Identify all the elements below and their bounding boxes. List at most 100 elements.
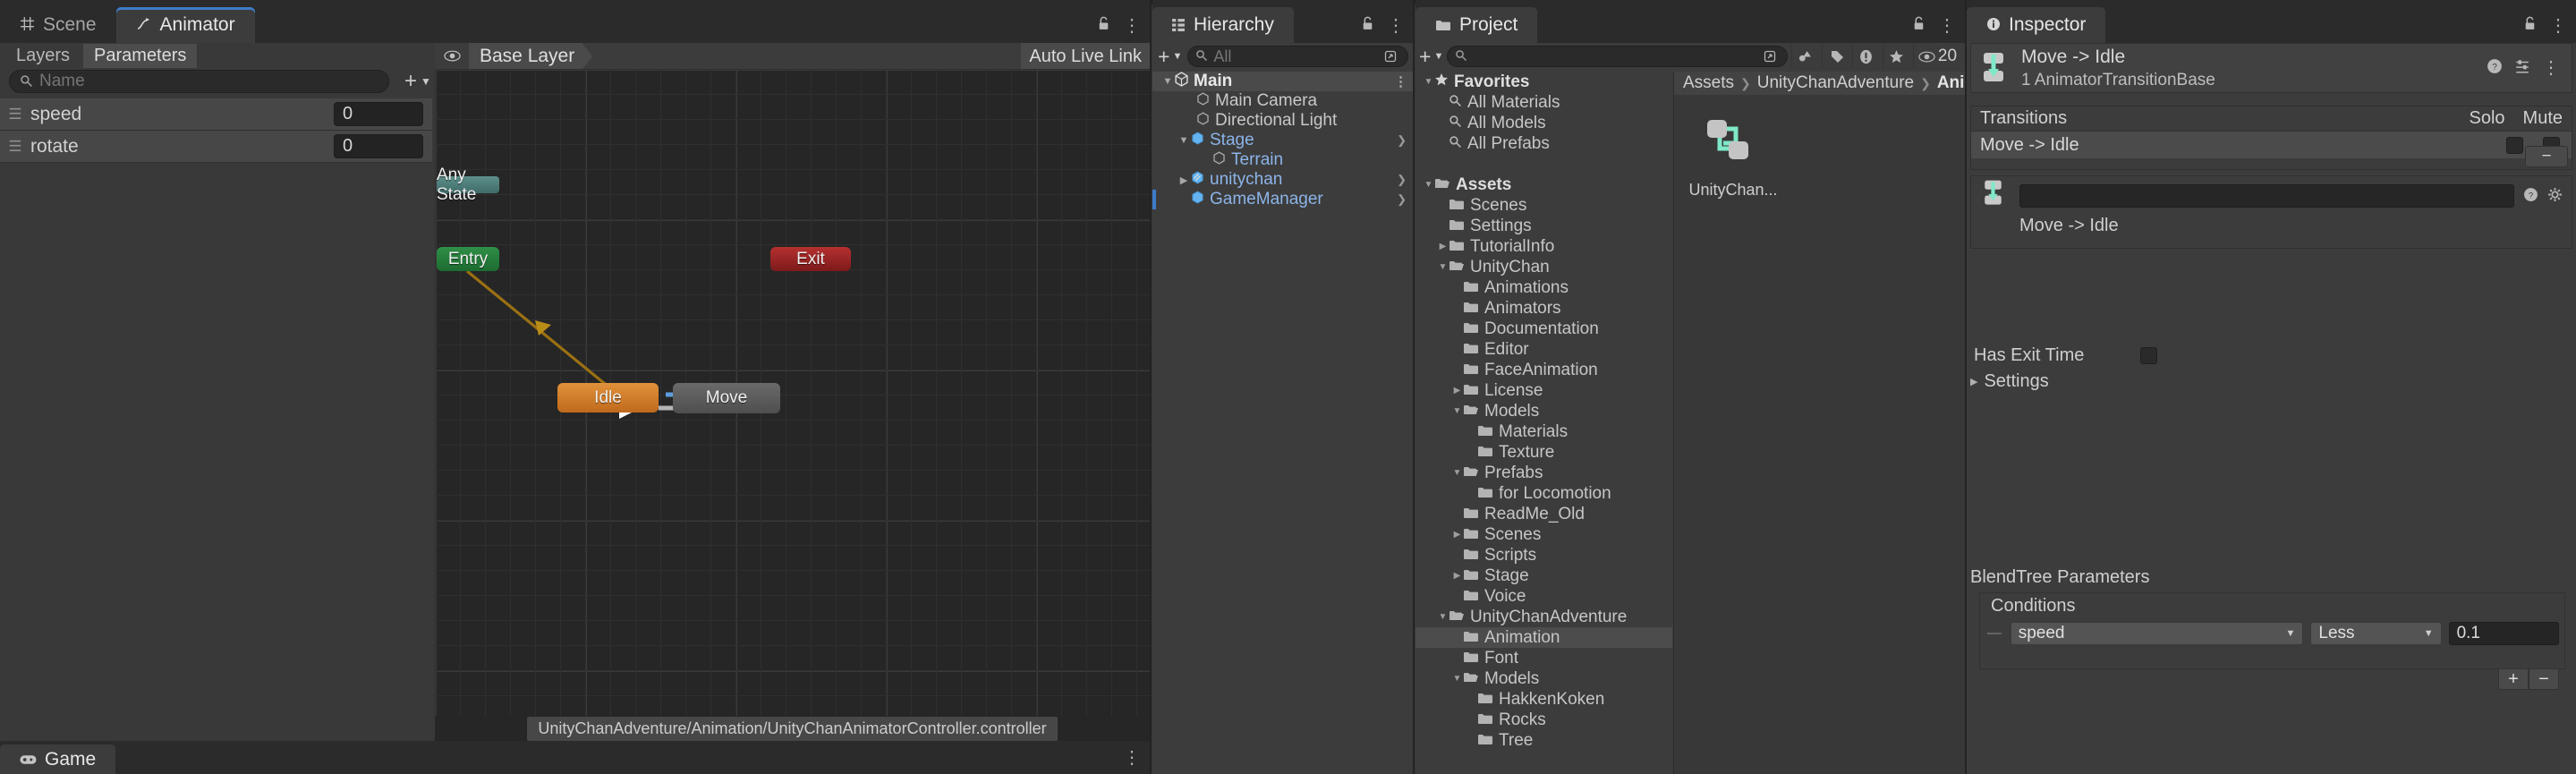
has-exit-time-checkbox[interactable]: [2140, 347, 2157, 364]
animator-menu-kebab-icon[interactable]: ⋮: [1123, 17, 1141, 35]
gear-icon[interactable]: [2547, 187, 2563, 206]
project-tree-item[interactable]: Settings: [1416, 216, 1672, 236]
parameter-value-input[interactable]: 0: [334, 102, 423, 126]
graph-node-move[interactable]: Move: [673, 383, 780, 413]
hierarchy-item-terrain[interactable]: Terrain: [1152, 150, 1414, 170]
project-tree-item[interactable]: Materials: [1416, 421, 1672, 442]
project-tree-item[interactable]: All Models: [1416, 113, 1672, 133]
chevron-down-icon[interactable]: ▼: [1451, 674, 1463, 684]
parameter-search-input[interactable]: Name: [9, 70, 389, 93]
hierarchy-item-main[interactable]: ▼ Main ⋮: [1152, 72, 1414, 91]
project-tree-item[interactable]: Editor: [1416, 339, 1672, 360]
breadcrumb-assets[interactable]: Assets: [1683, 73, 1734, 93]
chevron-right-icon[interactable]: ▶: [1451, 386, 1463, 396]
graph-node-entry[interactable]: Entry: [437, 247, 499, 271]
tab-project[interactable]: Project: [1416, 7, 1537, 43]
hierarchy-menu-kebab-icon[interactable]: ⋮: [1387, 17, 1405, 35]
project-tree-item[interactable]: ▼UnityChanAdventure: [1416, 607, 1672, 627]
chevron-down-icon[interactable]: ▼: [1437, 612, 1449, 622]
graph-node-idle[interactable]: Idle: [557, 383, 659, 413]
project-tree-item[interactable]: All Materials: [1416, 92, 1672, 113]
chevron-right-icon[interactable]: ▶: [1970, 376, 1977, 387]
filter-by-type-icon[interactable]: [1791, 45, 1818, 68]
project-menu-kebab-icon[interactable]: ⋮: [1938, 17, 1956, 35]
project-tree-item[interactable]: Scenes: [1416, 195, 1672, 216]
warning-icon[interactable]: [1852, 45, 1879, 68]
inspector-menu-kebab-icon[interactable]: ⋮: [2549, 17, 2567, 35]
project-tree-item[interactable]: ▼UnityChan: [1416, 257, 1672, 277]
prefab-open-arrow-icon[interactable]: ❯: [1397, 192, 1407, 207]
animator-state-graph[interactable]: Any State Entry Exit Idle Move: [435, 69, 1150, 741]
solo-checkbox[interactable]: [2506, 137, 2523, 154]
chevron-right-icon[interactable]: ▶: [1451, 530, 1463, 540]
project-create-button[interactable]: + ▼: [1419, 45, 1443, 69]
label-icon[interactable]: [1822, 45, 1849, 68]
project-tree-item[interactable]: ▼Prefabs: [1416, 463, 1672, 483]
chevron-down-icon[interactable]: ▼: [1423, 77, 1434, 87]
project-search-input[interactable]: [1447, 46, 1788, 67]
search-expand-icon[interactable]: [1381, 47, 1400, 66]
project-tree-item[interactable]: HakkenKoken: [1416, 689, 1672, 710]
game-menu-kebab-icon[interactable]: ⋮: [1123, 749, 1141, 767]
drag-handle-icon[interactable]: ☰: [0, 106, 30, 122]
project-tree-item[interactable]: Font: [1416, 648, 1672, 668]
graph-node-any-state[interactable]: Any State: [437, 176, 499, 193]
tab-scene[interactable]: Scene: [0, 7, 116, 43]
parameter-row[interactable]: ☰ speed 0: [0, 98, 432, 131]
project-tree-item[interactable]: ▶TutorialInfo: [1416, 236, 1672, 257]
project-tree[interactable]: ▼FavoritesAll MaterialsAll ModelsAll Pre…: [1416, 72, 1672, 774]
remove-condition-button[interactable]: −: [2529, 668, 2559, 690]
remove-transition-button[interactable]: −: [2525, 146, 2568, 167]
lock-icon[interactable]: [1097, 16, 1110, 35]
chevron-down-icon[interactable]: ▼: [1437, 262, 1449, 272]
condition-comparison-dropdown[interactable]: Less ▼: [2310, 622, 2441, 645]
tab-hierarchy[interactable]: Hierarchy: [1152, 7, 1294, 43]
project-tree-item[interactable]: FaceAnimation: [1416, 360, 1672, 380]
layer-visibility-eye-icon[interactable]: [435, 47, 469, 66]
hierarchy-item-stage[interactable]: ▼ Stage ❯: [1152, 131, 1414, 150]
chevron-right-icon[interactable]: ▶: [1451, 571, 1463, 581]
add-condition-button[interactable]: +: [2498, 668, 2529, 690]
tab-animator[interactable]: Animator: [116, 7, 255, 43]
project-tree-item[interactable]: Scripts: [1416, 545, 1672, 566]
parameter-value-input[interactable]: 0: [334, 134, 423, 158]
search-expand-icon[interactable]: [1760, 47, 1780, 66]
project-tree-item[interactable]: Animators: [1416, 298, 1672, 319]
hierarchy-item-directional-light[interactable]: Directional Light: [1152, 111, 1414, 131]
chevron-right-icon[interactable]: ▶: [1177, 174, 1190, 186]
add-parameter-button[interactable]: + ▼: [404, 69, 431, 94]
project-tree-item[interactable]: Animations: [1416, 277, 1672, 298]
subtab-parameters[interactable]: Parameters: [83, 44, 197, 68]
lock-icon[interactable]: [1361, 16, 1374, 35]
tab-game[interactable]: Game: [0, 744, 115, 774]
drag-handle-icon[interactable]: —: [1985, 625, 2003, 642]
scene-menu-kebab-icon[interactable]: ⋮: [1394, 73, 1407, 89]
prefab-open-arrow-icon[interactable]: ❯: [1397, 173, 1407, 187]
settings-foldout-row[interactable]: ▶ Settings: [1970, 369, 2572, 394]
breadcrumb-unitychanadventure[interactable]: UnityChanAdventure: [1757, 73, 1914, 93]
star-icon[interactable]: [1883, 45, 1909, 68]
project-tree-item[interactable]: for Locomotion: [1416, 483, 1672, 504]
parameter-row[interactable]: ☰ rotate 0: [0, 131, 432, 163]
project-tree-item[interactable]: Documentation: [1416, 319, 1672, 339]
prefab-open-arrow-icon[interactable]: ❯: [1397, 133, 1407, 148]
project-tree-item[interactable]: ▼Favorites: [1416, 72, 1672, 92]
project-tree-item[interactable]: ▶License: [1416, 380, 1672, 401]
preset-icon[interactable]: [2514, 58, 2530, 78]
project-tree-item[interactable]: Tree: [1416, 730, 1672, 751]
project-tree-item[interactable]: ReadMe_Old: [1416, 504, 1672, 524]
transition-name-input[interactable]: [2019, 184, 2514, 208]
project-tree-item[interactable]: ▼Assets: [1416, 174, 1672, 195]
component-menu-kebab-icon[interactable]: ⋮: [2542, 59, 2560, 77]
help-icon[interactable]: ?: [2487, 58, 2503, 78]
project-tree-item[interactable]: ▶Stage: [1416, 566, 1672, 586]
auto-live-link-button[interactable]: Auto Live Link: [1021, 43, 1150, 70]
tab-inspector[interactable]: Inspector: [1967, 7, 2105, 43]
lock-icon[interactable]: [2523, 16, 2537, 35]
condition-parameter-dropdown[interactable]: speed ▼: [2011, 622, 2304, 645]
chevron-right-icon[interactable]: ▶: [1437, 242, 1449, 251]
hierarchy-add-button[interactable]: + ▼: [1158, 45, 1182, 69]
layer-breadcrumb[interactable]: Base Layer: [469, 43, 592, 70]
chevron-down-icon[interactable]: ▼: [1177, 135, 1190, 146]
asset-item[interactable]: UnityChan...: [1688, 115, 1778, 200]
